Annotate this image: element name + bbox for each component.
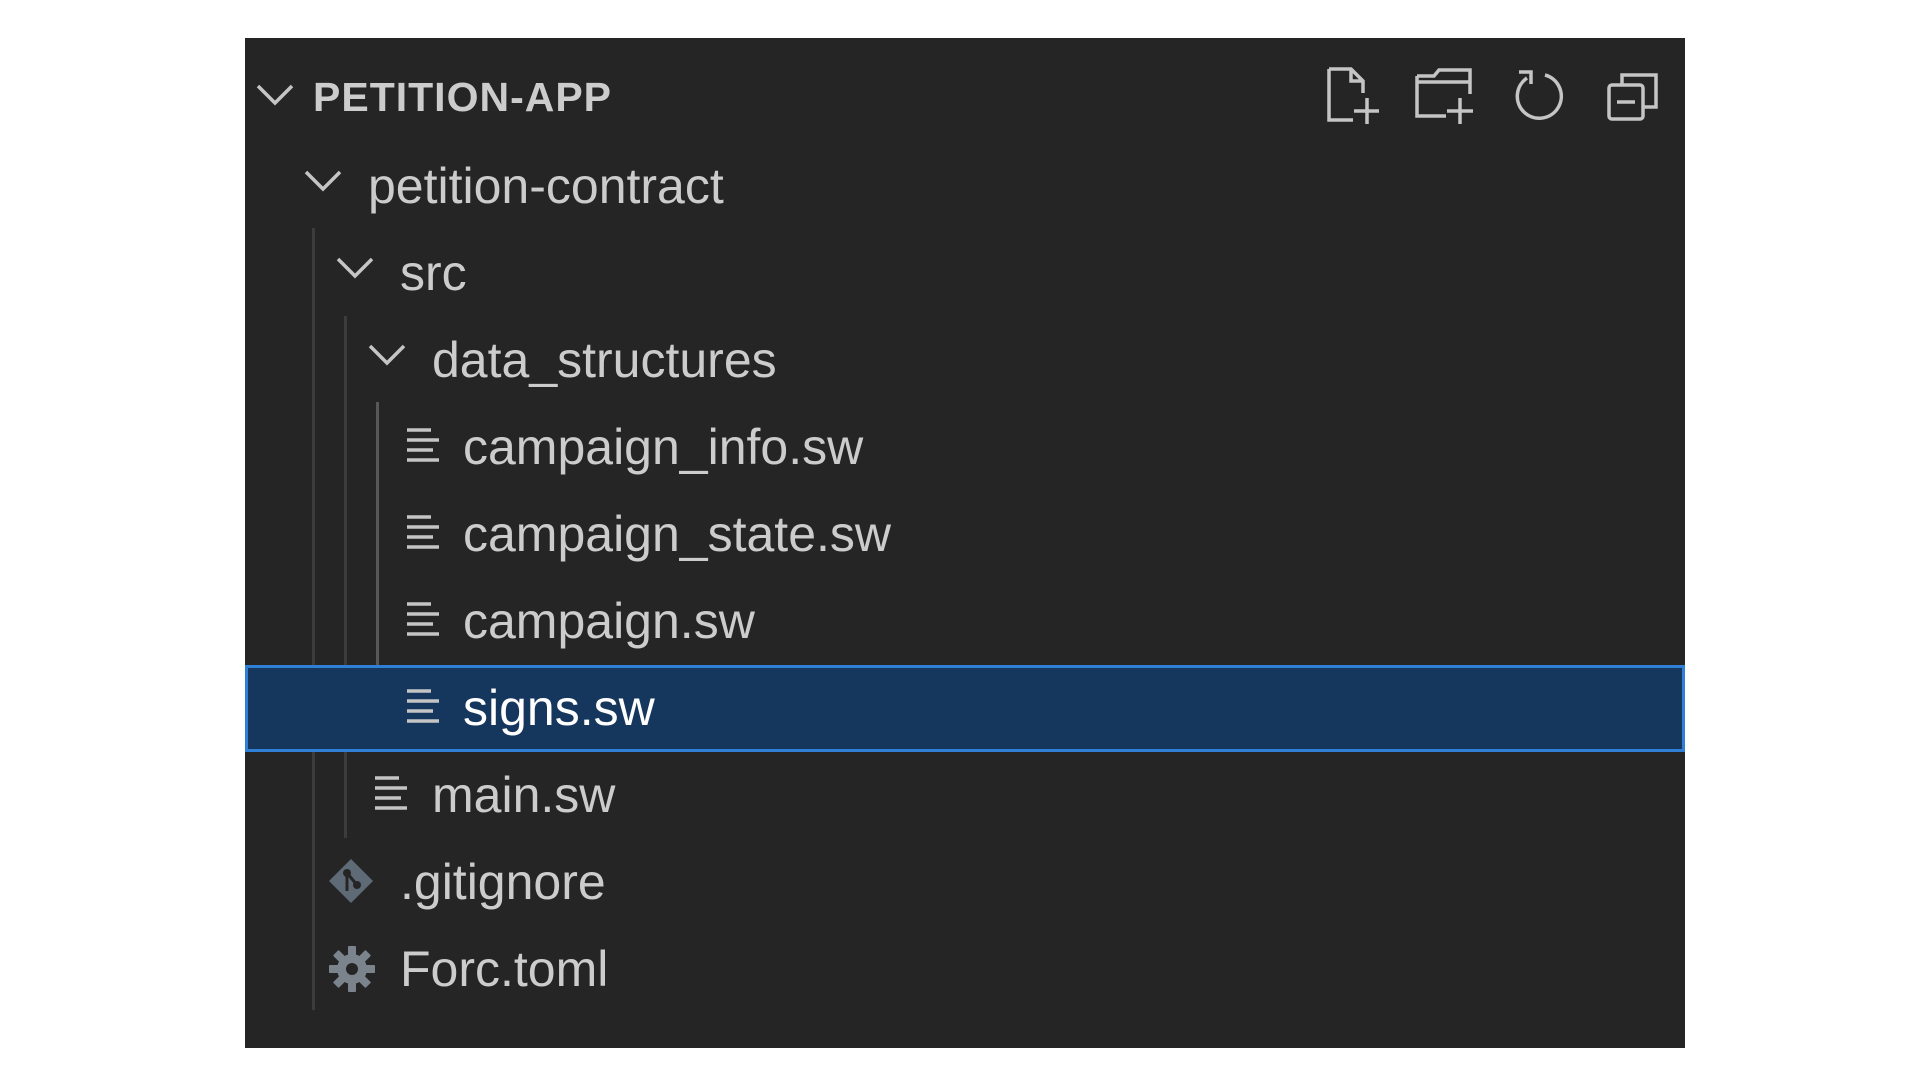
collapse-all-button[interactable] xyxy=(1601,66,1665,130)
file-label: main.sw xyxy=(432,767,616,823)
chevron-down-icon[interactable] xyxy=(303,168,343,199)
refresh-icon xyxy=(1511,68,1567,129)
new-folder-button[interactable] xyxy=(1413,66,1477,130)
explorer-panel: PETITION-APP petition-contract src data_… xyxy=(245,38,1685,1048)
new-folder-icon xyxy=(1414,66,1476,131)
explorer-header[interactable]: PETITION-APP xyxy=(245,38,1685,156)
chevron-down-icon[interactable] xyxy=(367,342,407,373)
explorer-actions xyxy=(1319,66,1665,130)
tree-file-campaign-info[interactable]: campaign_info.sw xyxy=(245,404,1685,491)
folder-label: data_structures xyxy=(432,332,777,388)
tree-folder-src[interactable]: src xyxy=(245,230,1685,317)
tree-file-signs[interactable]: signs.sw xyxy=(245,665,1685,752)
file-label: .gitignore xyxy=(400,854,606,910)
folder-label: src xyxy=(400,245,467,301)
new-file-icon xyxy=(1323,66,1380,131)
tree-file-gitignore[interactable]: .gitignore xyxy=(245,839,1685,926)
chevron-down-icon[interactable] xyxy=(255,82,295,113)
file-label: campaign.sw xyxy=(463,593,755,649)
text-file-icon xyxy=(405,598,441,647)
collapse-all-icon xyxy=(1606,69,1660,128)
gear-icon xyxy=(327,944,377,999)
refresh-button[interactable] xyxy=(1507,66,1571,130)
tree-file-campaign[interactable]: campaign.sw xyxy=(245,578,1685,665)
tree-folder-data-structures[interactable]: data_structures xyxy=(245,317,1685,404)
file-label: Forc.toml xyxy=(400,941,609,997)
file-label: campaign_state.sw xyxy=(463,506,892,562)
text-file-icon xyxy=(405,685,441,734)
tree-file-main[interactable]: main.sw xyxy=(245,752,1685,839)
tree-file-forc-toml[interactable]: Forc.toml xyxy=(245,926,1685,1013)
text-file-icon xyxy=(405,511,441,560)
text-file-icon xyxy=(373,772,409,821)
chevron-down-icon[interactable] xyxy=(335,255,375,286)
tree-file-campaign-state[interactable]: campaign_state.sw xyxy=(245,491,1685,578)
text-file-icon xyxy=(405,424,441,473)
tree-folder-petition-contract[interactable]: petition-contract xyxy=(245,143,1685,230)
new-file-button[interactable] xyxy=(1319,66,1383,130)
workspace-title: PETITION-APP xyxy=(313,74,613,120)
file-label: campaign_info.sw xyxy=(463,419,864,475)
git-icon xyxy=(327,857,375,910)
folder-label: petition-contract xyxy=(368,158,724,214)
file-label: signs.sw xyxy=(463,680,655,736)
